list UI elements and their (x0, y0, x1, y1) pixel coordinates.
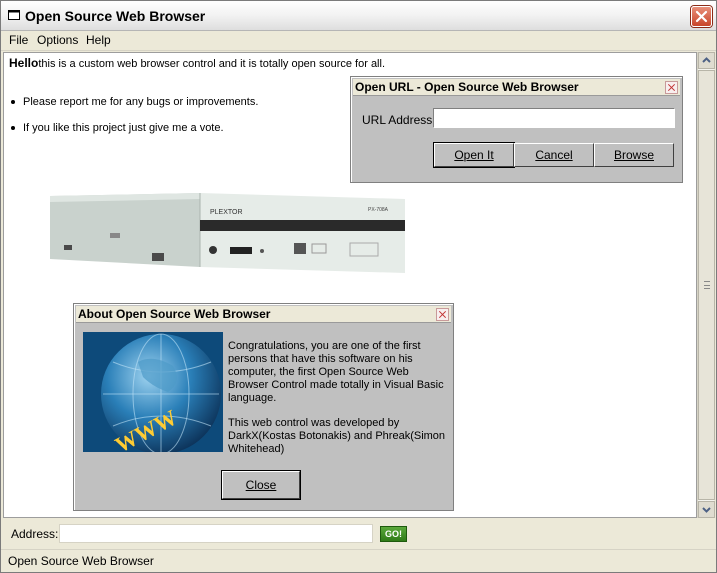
open-it-button[interactable]: Open It (433, 142, 515, 168)
status-bar: Open Source Web Browser (1, 549, 716, 572)
scroll-up-button[interactable] (698, 52, 715, 69)
bullet-item: If you like this project just give me a … (11, 122, 224, 134)
intro-hello: Hello (9, 56, 39, 70)
browse-button-label: Browse (613, 148, 654, 162)
url-address-label: URL Address: (362, 113, 436, 127)
about-dialog-title: About Open Source Web Browser (78, 307, 271, 321)
about-dialog-titlebar: About Open Source Web Browser (76, 306, 451, 323)
intro-rest: this is a custom web browser control and… (38, 58, 385, 70)
open-url-dialog: Open URL - Open Source Web Browser URL A… (350, 76, 683, 183)
scroll-grip-icon (704, 281, 710, 289)
vertical-scrollbar[interactable] (697, 52, 715, 518)
cancel-button[interactable]: Cancel (514, 143, 594, 167)
browser-window: Open Source Web Browser File Options Hel… (0, 0, 717, 573)
drive-brand-label: PLEXTOR (210, 209, 243, 216)
bullet-dot (11, 100, 15, 105)
browse-button[interactable]: Browse (594, 143, 674, 167)
bullet-text: Please report me for any bugs or improve… (23, 96, 259, 108)
address-bar: Address: GO! (1, 520, 716, 548)
url-address-input[interactable] (433, 108, 675, 128)
bullet-text: If you like this project just give me a … (23, 122, 224, 134)
web-content-area[interactable]: Hellothis is a custom web browser contro… (3, 52, 697, 518)
status-text: Open Source Web Browser (8, 554, 154, 568)
drive-model-label: PX-708A (368, 207, 389, 213)
address-label: Address: (11, 527, 59, 541)
close-icon (695, 10, 708, 23)
menu-help[interactable]: Help (84, 33, 113, 47)
address-input[interactable] (59, 524, 373, 543)
open-url-dialog-close-icon[interactable] (665, 81, 678, 94)
about-description: Congratulations, you are one of the firs… (228, 340, 452, 456)
window-title: Open Source Web Browser (25, 8, 206, 24)
globe-www-image: WWW (83, 332, 223, 452)
scroll-down-button[interactable] (698, 501, 715, 518)
title-bar: Open Source Web Browser (1, 1, 716, 31)
scroll-thumb[interactable] (698, 70, 715, 500)
menu-options[interactable]: Options (35, 33, 80, 47)
dvd-drive-image: PLEXTOR PX-708A (50, 193, 405, 273)
open-it-button-label: Open It (454, 148, 494, 162)
go-button[interactable]: GO! (380, 526, 407, 542)
open-url-dialog-titlebar: Open URL - Open Source Web Browser (353, 79, 680, 96)
about-dialog: About Open Source Web Browser WWW Congra… (73, 303, 454, 511)
menu-bar: File Options Help (1, 31, 716, 51)
about-close-button[interactable]: Close (221, 470, 301, 500)
menu-file[interactable]: File (7, 33, 30, 47)
about-paragraph-1: Congratulations, you are one of the firs… (228, 340, 444, 404)
about-close-button-label: Close (245, 478, 277, 492)
window-close-button[interactable] (691, 6, 712, 27)
open-url-dialog-title: Open URL - Open Source Web Browser (355, 80, 579, 94)
arrow-down-icon (702, 507, 711, 513)
arrow-up-icon (702, 57, 711, 63)
window-app-icon (8, 10, 20, 20)
intro-text: Hellothis is a custom web browser contro… (9, 56, 385, 70)
about-paragraph-2: This web control was developed by DarkX(… (228, 417, 446, 455)
bullet-dot (11, 126, 15, 131)
bullet-item: Please report me for any bugs or improve… (11, 96, 258, 108)
about-dialog-close-icon[interactable] (436, 308, 449, 321)
cancel-button-label: Cancel (535, 148, 573, 162)
